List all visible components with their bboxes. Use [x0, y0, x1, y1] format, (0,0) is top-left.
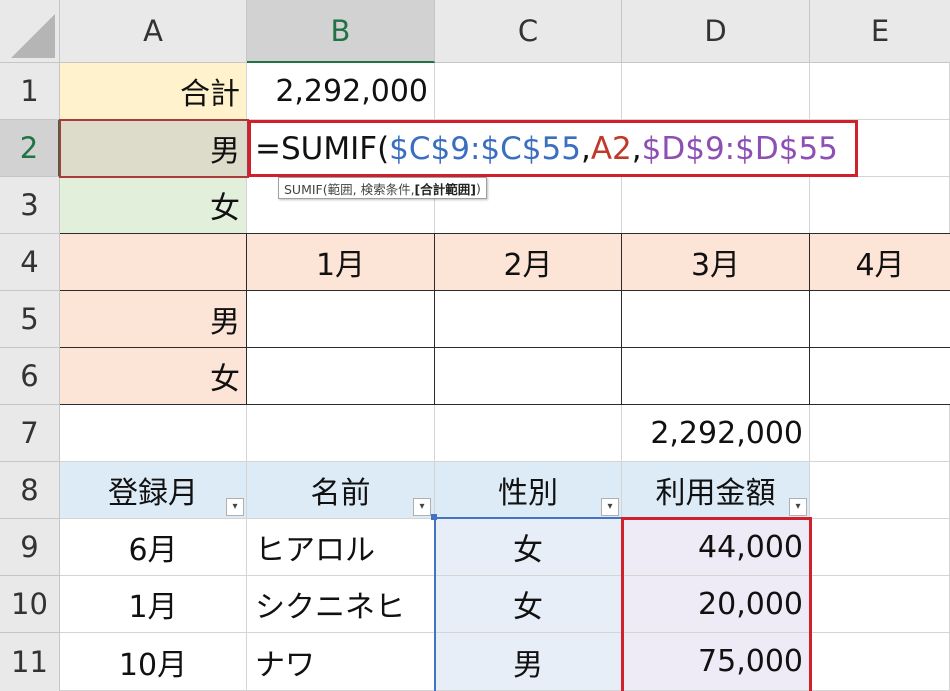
cell-e10[interactable]	[810, 576, 950, 633]
row-header-6[interactable]: 6	[0, 348, 60, 405]
month-table-top-border	[60, 233, 950, 234]
tooltip-suffix: )	[475, 180, 481, 196]
cell-c11[interactable]: 男	[435, 633, 622, 691]
cell-b7[interactable]	[247, 405, 435, 462]
row-header-4[interactable]: 4	[0, 234, 60, 291]
cell-c7[interactable]	[435, 405, 622, 462]
tooltip-prefix: SUMIF(範囲, 検索条件,	[284, 181, 415, 197]
cell-c9[interactable]: 女	[435, 519, 622, 576]
select-all-corner[interactable]	[0, 0, 60, 63]
row-header-11[interactable]: 11	[0, 633, 60, 691]
filter-dropdown-icon[interactable]: ▾	[413, 498, 431, 516]
row-header-3[interactable]: 3	[0, 177, 60, 234]
row-header-9[interactable]: 9	[0, 519, 60, 576]
table-header-gender[interactable]: 性別	[435, 462, 622, 519]
cell-a3[interactable]: 女	[60, 177, 247, 234]
tooltip-active-arg: [合計範囲]	[414, 181, 476, 197]
cell-e4[interactable]: 4月	[810, 234, 950, 291]
cell-c5[interactable]	[435, 291, 622, 348]
filter-dropdown-icon[interactable]: ▾	[601, 498, 619, 516]
row-header-1[interactable]: 1	[0, 63, 60, 120]
cell-c10[interactable]: 女	[435, 576, 622, 633]
cell-d4[interactable]: 3月	[622, 234, 810, 291]
column-header-a[interactable]: A	[60, 0, 247, 63]
cell-d3[interactable]	[622, 177, 810, 234]
cell-a2[interactable]: 男	[60, 120, 247, 177]
row-header-10[interactable]: 10	[0, 576, 60, 633]
cell-e7[interactable]	[810, 405, 950, 462]
cell-e3[interactable]	[810, 177, 950, 234]
select-all-triangle-icon	[11, 14, 55, 58]
cell-c1[interactable]	[435, 63, 622, 120]
cell-b5[interactable]	[247, 291, 435, 348]
cell-b11[interactable]: ナワ	[247, 633, 435, 691]
cell-a9[interactable]: 6月	[60, 519, 247, 576]
function-syntax-tooltip: SUMIF(範囲, 検索条件, [合計範囲] )	[278, 177, 487, 199]
column-header-b[interactable]: B	[247, 0, 435, 63]
cell-c6[interactable]	[435, 348, 622, 405]
cell-d7[interactable]: 2,292,000	[622, 405, 810, 462]
cell-a6[interactable]: 女	[60, 348, 247, 405]
table-header-name[interactable]: 名前	[247, 462, 435, 519]
cell-a10[interactable]: 1月	[60, 576, 247, 633]
cell-d1[interactable]	[622, 63, 810, 120]
formula-comma: ,	[631, 130, 642, 167]
cell-a1[interactable]: 合計	[60, 63, 247, 120]
cell-d11[interactable]: 75,000	[622, 633, 810, 691]
cell-e8[interactable]	[810, 462, 950, 519]
cell-b6[interactable]	[247, 348, 435, 405]
cell-e5[interactable]	[810, 291, 950, 348]
filter-dropdown-icon[interactable]: ▾	[226, 498, 244, 516]
table-header-month[interactable]: 登録月	[60, 462, 247, 519]
cell-a5[interactable]: 男	[60, 291, 247, 348]
cell-e11[interactable]	[810, 633, 950, 691]
formula-prefix: =SUMIF(	[255, 130, 390, 167]
formula-editor[interactable]: =SUMIF( $C$9:$C$55 , A2 , $D$9:$D$55	[248, 120, 858, 177]
cell-b4[interactable]: 1月	[247, 234, 435, 291]
cell-e1[interactable]	[810, 63, 950, 120]
cell-d6[interactable]	[622, 348, 810, 405]
formula-range-ref: $C$9:$C$55	[389, 130, 581, 167]
column-header-c[interactable]: C	[435, 0, 622, 63]
column-header-e[interactable]: E	[810, 0, 950, 63]
filter-dropdown-icon[interactable]: ▾	[789, 498, 807, 516]
cell-b1[interactable]: 2,292,000	[247, 63, 435, 120]
row-header-7[interactable]: 7	[0, 405, 60, 462]
cell-a4[interactable]	[60, 234, 247, 291]
cell-a7[interactable]	[60, 405, 247, 462]
row-header-2[interactable]: 2	[0, 120, 60, 177]
column-header-d[interactable]: D	[622, 0, 810, 63]
cell-c4[interactable]: 2月	[435, 234, 622, 291]
cell-d5[interactable]	[622, 291, 810, 348]
cell-d10[interactable]: 20,000	[622, 576, 810, 633]
row-header-5[interactable]: 5	[0, 291, 60, 348]
formula-criteria-ref: A2	[590, 130, 632, 167]
range-handle-icon[interactable]	[431, 514, 437, 520]
cell-d9[interactable]: 44,000	[622, 519, 810, 576]
table-header-amount[interactable]: 利用金額	[622, 462, 810, 519]
cell-a11[interactable]: 10月	[60, 633, 247, 691]
formula-comma: ,	[580, 130, 591, 167]
cell-e6[interactable]	[810, 348, 950, 405]
row-header-8[interactable]: 8	[0, 462, 60, 519]
formula-sum-range-ref: $D$9:$D$55	[641, 130, 838, 167]
cell-b9[interactable]: ヒアロル	[247, 519, 435, 576]
cell-e9[interactable]	[810, 519, 950, 576]
cell-b10[interactable]: シクニネヒ	[247, 576, 435, 633]
